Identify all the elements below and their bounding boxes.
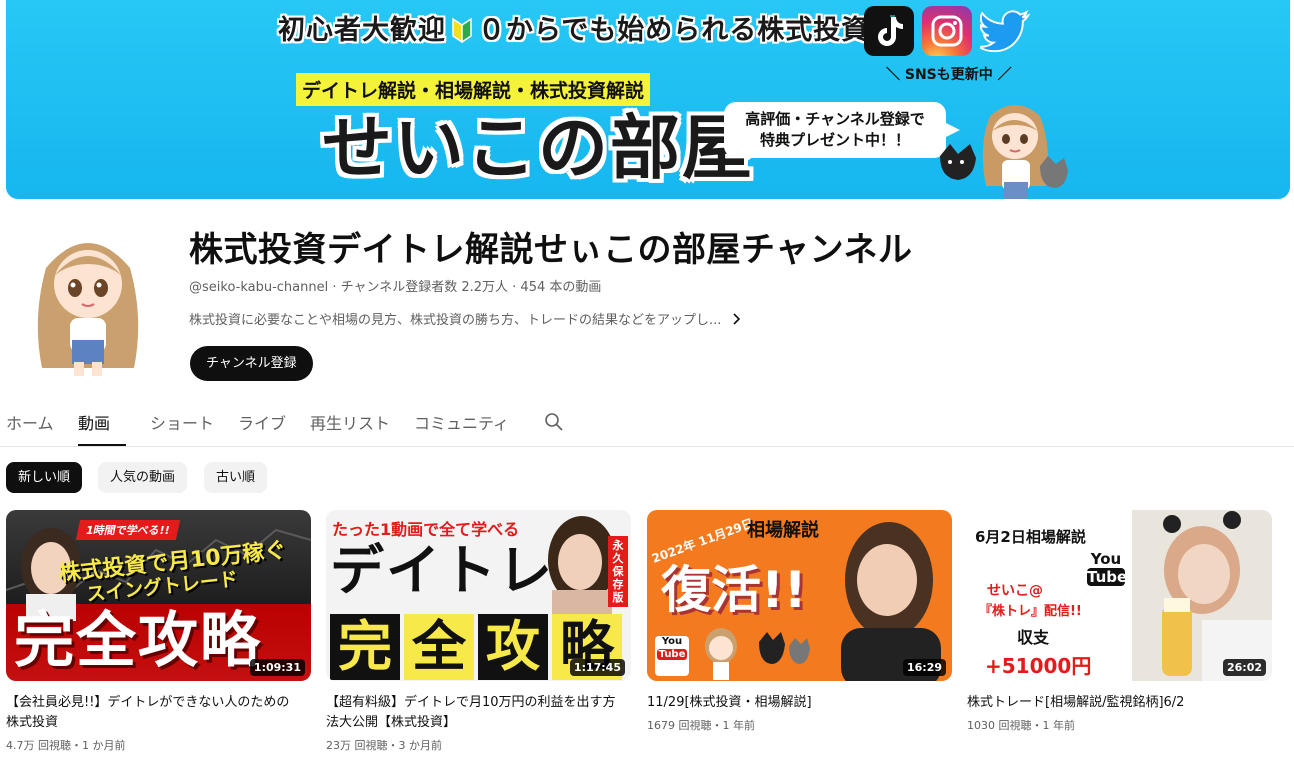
video-title[interactable]: 【超有料級】デイトレで月10万円の利益を出す方法大公開【株式投資】: [326, 693, 616, 733]
instagram-icon: [922, 6, 972, 56]
thumb-tag: 6月2日相場解説: [975, 528, 1086, 546]
channel-meta: @seiko-kabu-channel ‧ チャンネル登録者数 2.2万人 ‧ …: [189, 280, 602, 295]
thumb-tag: 相場解説: [747, 520, 819, 541]
character-illustration: [940, 105, 1068, 199]
character-illustration: [705, 628, 810, 680]
tab-videos[interactable]: 動画: [78, 410, 126, 446]
channel-avatar[interactable]: [24, 228, 152, 378]
video-title[interactable]: 11/29[株式投資・相場解説]: [647, 693, 937, 713]
video-meta: 23万 回視聴・3 か月前: [326, 739, 442, 752]
banner-top-left: 初心者大歓迎: [278, 15, 446, 46]
sns-caption: ＼ SNSも更新中 ／: [886, 67, 1012, 83]
chip-oldest[interactable]: 古い順: [204, 462, 268, 493]
thumb-big-1: 完: [330, 614, 400, 680]
video-thumbnail[interactable]: 2022年 11月29日 相場解説 復活!! You Tube 16:29: [647, 510, 952, 681]
thumb-tag: 1時間で学べる!!: [75, 520, 180, 540]
bubble-line-1: 高評価・チャンネル登録で: [745, 110, 925, 128]
twitter-icon: [980, 6, 1030, 56]
channel-name: 株式投資デイトレ解説せぃこの部屋チャンネル: [189, 230, 913, 270]
chip-newest[interactable]: 新しい順: [6, 462, 83, 493]
tab-community[interactable]: コミュニティ: [414, 410, 509, 444]
thumb-big-2: 全: [404, 614, 474, 680]
speech-bubble: 高評価・チャンネル登録で 特典プレゼント中！！: [724, 102, 960, 158]
chevron-right-icon[interactable]: [731, 312, 743, 325]
tab-shorts[interactable]: ショート: [150, 410, 214, 444]
channel-description-text: 株式投資に必要なことや相場の見方、株式投資の勝ち方、トレードの結果などをアップし…: [189, 313, 722, 328]
yt-logo-bottom: Tube: [657, 649, 687, 660]
thumb-tag: たった1動画で全て学べる: [332, 520, 520, 539]
thumb-line1: せいこ@: [987, 583, 1043, 599]
tab-live[interactable]: ライブ: [238, 410, 286, 444]
chip-popular[interactable]: 人気の動画: [98, 462, 188, 493]
sns-icons: [864, 6, 1030, 56]
video-card[interactable]: 6月2日相場解説 You Tube せいこ@ 『株トレ』配信!! 収支 +510…: [967, 510, 1272, 733]
yt-logo-bottom: Tube: [1087, 568, 1128, 586]
yt-logo-top: You: [1090, 550, 1122, 568]
presenter-photo: [841, 522, 941, 681]
bubble-line-2: 特典プレゼント中！！: [759, 131, 910, 149]
video-duration: 26:02: [1222, 659, 1266, 676]
thumb-line2: 『株トレ』配信!!: [979, 604, 1082, 619]
video-card[interactable]: たった1動画で全て学べる デイトレ 永久保存版 完 全 攻 略 1:17:45 …: [326, 510, 631, 753]
video-card[interactable]: 2022年 11月29日 相場解説 復活!! You Tube 16:29 11…: [647, 510, 952, 733]
thumb-line3: 収支: [1017, 628, 1050, 647]
thumb-big: +51000円: [985, 654, 1092, 678]
channel-tabs: ホーム 動画 ショート ライブ 再生リスト コミュニティ: [0, 400, 1294, 447]
yt-logo-top: You: [661, 636, 683, 647]
beginner-mark-icon: [452, 17, 472, 43]
subscribe-button[interactable]: チャンネル登録: [190, 346, 313, 381]
thumb-date: 2022年 11月29日: [650, 516, 756, 566]
youtube-logo-icon: You Tube: [1087, 550, 1128, 600]
thumb-big: 復活!!: [661, 561, 807, 619]
search-icon[interactable]: [544, 412, 564, 432]
channel-description[interactable]: 株式投資に必要なことや相場の見方、株式投資の勝ち方、トレードの結果などをアップし…: [189, 309, 743, 328]
video-meta: 4.7万 回視聴・1 か月前: [6, 739, 126, 752]
banner-title: せいこの部屋: [322, 107, 754, 189]
banner-top-line: 初心者大歓迎 ０からでも始められる株式投資: [278, 8, 869, 47]
thumb-big: 完全攻略: [14, 606, 262, 676]
tab-home[interactable]: ホーム: [6, 410, 54, 444]
video-duration: 1:09:31: [249, 659, 305, 676]
video-thumbnail[interactable]: 1時間で学べる!! 株式投資で月10万稼ぐ スイングトレード 完全攻略 1:09…: [6, 510, 311, 681]
thumb-badge: 永久保存版: [608, 536, 628, 607]
video-thumbnail[interactable]: たった1動画で全て学べる デイトレ 永久保存版 完 全 攻 略 1:17:45: [326, 510, 631, 681]
banner-subtitle: デイトレ解説・相場解説・株式投資解説: [296, 73, 651, 106]
video-meta: 1030 回視聴・1 年前: [967, 719, 1075, 732]
tab-playlists[interactable]: 再生リスト: [310, 410, 390, 444]
video-thumbnail[interactable]: 6月2日相場解説 You Tube せいこ@ 『株トレ』配信!! 収支 +510…: [967, 510, 1272, 681]
thumb-big-3: 攻: [478, 614, 548, 680]
youtube-logo-icon: You Tube: [655, 636, 689, 676]
video-duration: 16:29: [902, 659, 946, 676]
channel-banner: 初心者大歓迎 ０からでも始められる株式投資 デイトレ解説・相場解説・株式投資解説 …: [6, 0, 1290, 199]
video-title[interactable]: 株式トレード[相場解説/監視銘柄]6/2: [967, 693, 1257, 713]
banner-top-right: ０からでも始められる株式投資: [478, 15, 870, 46]
video-title[interactable]: 【会社員必見!!】デイトレができない人のための株式投資: [6, 693, 296, 733]
tiktok-icon: [864, 6, 914, 56]
video-card[interactable]: 1時間で学べる!! 株式投資で月10万稼ぐ スイングトレード 完全攻略 1:09…: [6, 510, 311, 753]
video-duration: 1:17:45: [569, 659, 625, 676]
presenter-photo: [1132, 510, 1272, 681]
video-meta: 1679 回視聴・1 年前: [647, 719, 755, 732]
thumb-line1: デイトレ: [330, 539, 554, 602]
